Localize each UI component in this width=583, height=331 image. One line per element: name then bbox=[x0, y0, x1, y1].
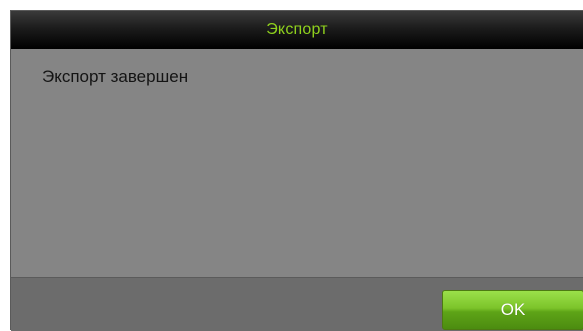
dialog-title: Экспорт bbox=[266, 21, 328, 38]
ok-button[interactable]: OK bbox=[442, 290, 583, 330]
export-complete-message: Экспорт завершен bbox=[42, 67, 189, 86]
ok-button-label: OK bbox=[500, 300, 526, 319]
export-dialog: Экспорт Экспорт завершен OK bbox=[10, 10, 583, 331]
dialog-title-bar: Экспорт bbox=[11, 11, 583, 49]
dialog-footer: OK bbox=[11, 277, 583, 331]
dialog-content: Экспорт завершен bbox=[11, 49, 583, 277]
